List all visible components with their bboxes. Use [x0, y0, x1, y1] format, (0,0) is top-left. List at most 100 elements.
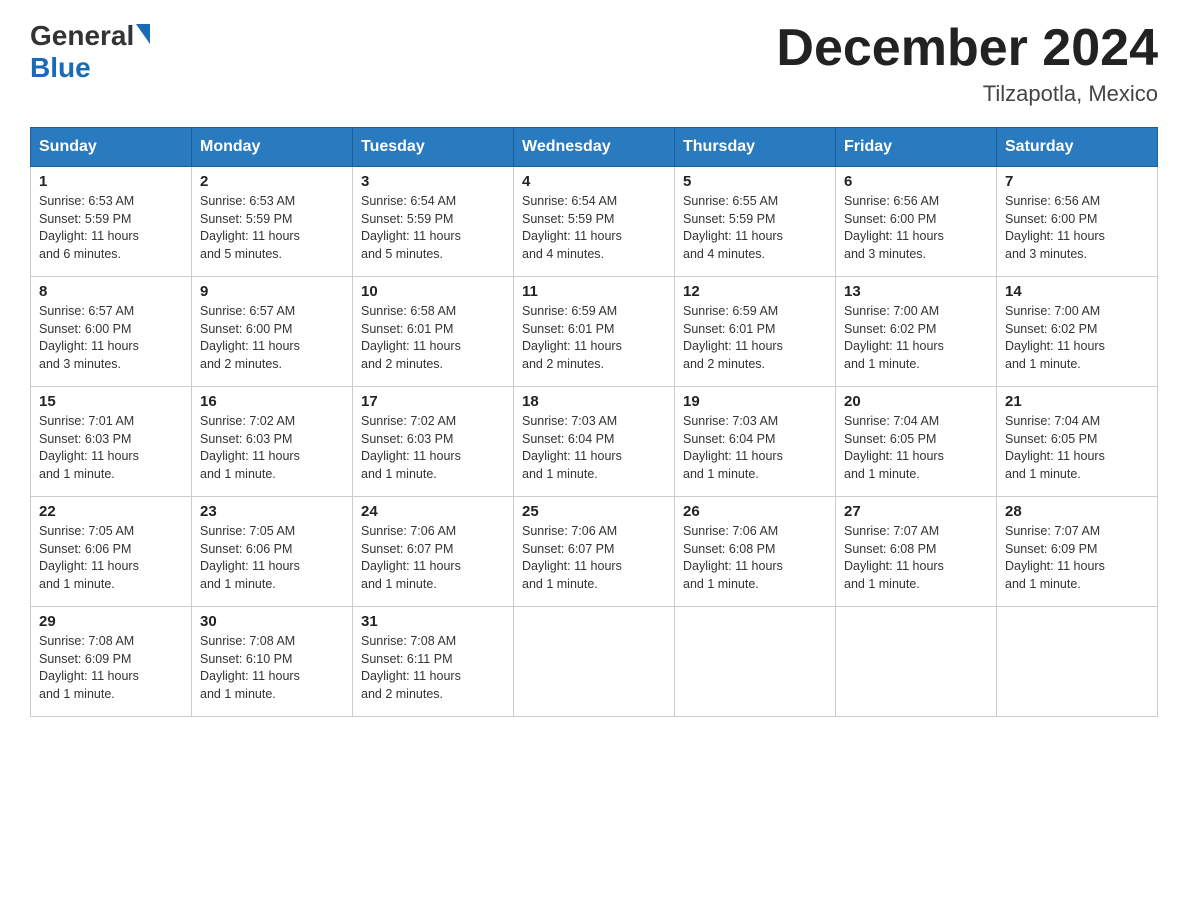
weekday-header-thursday: Thursday	[675, 128, 836, 167]
day-number: 1	[39, 173, 183, 190]
day-number: 5	[683, 173, 827, 190]
weekday-header-monday: Monday	[192, 128, 353, 167]
day-number: 30	[200, 613, 344, 630]
day-info: Sunrise: 7:04 AMSunset: 6:05 PMDaylight:…	[844, 413, 988, 483]
day-number: 18	[522, 393, 666, 410]
day-number: 31	[361, 613, 505, 630]
day-number: 16	[200, 393, 344, 410]
calendar-day-cell: 13 Sunrise: 7:00 AMSunset: 6:02 PMDaylig…	[836, 277, 997, 387]
calendar-day-cell: 9 Sunrise: 6:57 AMSunset: 6:00 PMDayligh…	[192, 277, 353, 387]
calendar-day-cell: 19 Sunrise: 7:03 AMSunset: 6:04 PMDaylig…	[675, 387, 836, 497]
day-info: Sunrise: 6:59 AMSunset: 6:01 PMDaylight:…	[522, 303, 666, 373]
calendar-week-row: 1 Sunrise: 6:53 AMSunset: 5:59 PMDayligh…	[31, 167, 1158, 277]
day-info: Sunrise: 7:02 AMSunset: 6:03 PMDaylight:…	[361, 413, 505, 483]
logo-blue-text: Blue	[30, 52, 91, 84]
day-number: 24	[361, 503, 505, 520]
day-info: Sunrise: 7:01 AMSunset: 6:03 PMDaylight:…	[39, 413, 183, 483]
calendar-day-cell: 28 Sunrise: 7:07 AMSunset: 6:09 PMDaylig…	[997, 497, 1158, 607]
calendar-table: SundayMondayTuesdayWednesdayThursdayFrid…	[30, 127, 1158, 717]
day-number: 17	[361, 393, 505, 410]
day-number: 19	[683, 393, 827, 410]
day-number: 9	[200, 283, 344, 300]
day-info: Sunrise: 7:06 AMSunset: 6:07 PMDaylight:…	[522, 523, 666, 593]
day-info: Sunrise: 6:53 AMSunset: 5:59 PMDaylight:…	[200, 193, 344, 263]
calendar-day-cell: 12 Sunrise: 6:59 AMSunset: 6:01 PMDaylig…	[675, 277, 836, 387]
day-number: 20	[844, 393, 988, 410]
calendar-day-cell: 11 Sunrise: 6:59 AMSunset: 6:01 PMDaylig…	[514, 277, 675, 387]
logo: General Blue	[30, 20, 150, 84]
day-info: Sunrise: 7:06 AMSunset: 6:07 PMDaylight:…	[361, 523, 505, 593]
weekday-header-row: SundayMondayTuesdayWednesdayThursdayFrid…	[31, 128, 1158, 167]
calendar-day-cell: 17 Sunrise: 7:02 AMSunset: 6:03 PMDaylig…	[353, 387, 514, 497]
day-number: 7	[1005, 173, 1149, 190]
day-number: 2	[200, 173, 344, 190]
day-number: 27	[844, 503, 988, 520]
calendar-day-cell: 7 Sunrise: 6:56 AMSunset: 6:00 PMDayligh…	[997, 167, 1158, 277]
calendar-day-cell: 25 Sunrise: 7:06 AMSunset: 6:07 PMDaylig…	[514, 497, 675, 607]
calendar-day-cell	[836, 607, 997, 717]
calendar-day-cell	[997, 607, 1158, 717]
day-info: Sunrise: 6:53 AMSunset: 5:59 PMDaylight:…	[39, 193, 183, 263]
day-info: Sunrise: 6:55 AMSunset: 5:59 PMDaylight:…	[683, 193, 827, 263]
day-number: 15	[39, 393, 183, 410]
calendar-day-cell: 29 Sunrise: 7:08 AMSunset: 6:09 PMDaylig…	[31, 607, 192, 717]
day-number: 26	[683, 503, 827, 520]
day-info: Sunrise: 6:56 AMSunset: 6:00 PMDaylight:…	[1005, 193, 1149, 263]
day-number: 28	[1005, 503, 1149, 520]
calendar-day-cell: 22 Sunrise: 7:05 AMSunset: 6:06 PMDaylig…	[31, 497, 192, 607]
day-number: 12	[683, 283, 827, 300]
day-info: Sunrise: 7:06 AMSunset: 6:08 PMDaylight:…	[683, 523, 827, 593]
day-number: 22	[39, 503, 183, 520]
calendar-day-cell: 15 Sunrise: 7:01 AMSunset: 6:03 PMDaylig…	[31, 387, 192, 497]
logo-triangle-icon	[136, 24, 150, 44]
calendar-day-cell: 4 Sunrise: 6:54 AMSunset: 5:59 PMDayligh…	[514, 167, 675, 277]
day-info: Sunrise: 7:07 AMSunset: 6:09 PMDaylight:…	[1005, 523, 1149, 593]
calendar-day-cell	[675, 607, 836, 717]
title-area: December 2024 Tilzapotla, Mexico	[776, 20, 1158, 107]
day-info: Sunrise: 6:54 AMSunset: 5:59 PMDaylight:…	[522, 193, 666, 263]
calendar-day-cell: 21 Sunrise: 7:04 AMSunset: 6:05 PMDaylig…	[997, 387, 1158, 497]
calendar-day-cell: 26 Sunrise: 7:06 AMSunset: 6:08 PMDaylig…	[675, 497, 836, 607]
weekday-header-tuesday: Tuesday	[353, 128, 514, 167]
weekday-header-saturday: Saturday	[997, 128, 1158, 167]
calendar-day-cell: 1 Sunrise: 6:53 AMSunset: 5:59 PMDayligh…	[31, 167, 192, 277]
calendar-day-cell: 30 Sunrise: 7:08 AMSunset: 6:10 PMDaylig…	[192, 607, 353, 717]
calendar-week-row: 29 Sunrise: 7:08 AMSunset: 6:09 PMDaylig…	[31, 607, 1158, 717]
logo-blue-part	[134, 24, 150, 48]
calendar-day-cell: 8 Sunrise: 6:57 AMSunset: 6:00 PMDayligh…	[31, 277, 192, 387]
calendar-week-row: 15 Sunrise: 7:01 AMSunset: 6:03 PMDaylig…	[31, 387, 1158, 497]
day-number: 14	[1005, 283, 1149, 300]
day-info: Sunrise: 6:57 AMSunset: 6:00 PMDaylight:…	[39, 303, 183, 373]
calendar-day-cell: 3 Sunrise: 6:54 AMSunset: 5:59 PMDayligh…	[353, 167, 514, 277]
day-info: Sunrise: 7:03 AMSunset: 6:04 PMDaylight:…	[683, 413, 827, 483]
weekday-header-sunday: Sunday	[31, 128, 192, 167]
day-info: Sunrise: 7:08 AMSunset: 6:11 PMDaylight:…	[361, 633, 505, 703]
calendar-day-cell: 31 Sunrise: 7:08 AMSunset: 6:11 PMDaylig…	[353, 607, 514, 717]
day-number: 3	[361, 173, 505, 190]
day-info: Sunrise: 7:08 AMSunset: 6:09 PMDaylight:…	[39, 633, 183, 703]
weekday-header-friday: Friday	[836, 128, 997, 167]
weekday-header-wednesday: Wednesday	[514, 128, 675, 167]
calendar-week-row: 22 Sunrise: 7:05 AMSunset: 6:06 PMDaylig…	[31, 497, 1158, 607]
day-number: 11	[522, 283, 666, 300]
day-info: Sunrise: 7:03 AMSunset: 6:04 PMDaylight:…	[522, 413, 666, 483]
calendar-day-cell: 14 Sunrise: 7:00 AMSunset: 6:02 PMDaylig…	[997, 277, 1158, 387]
location-text: Tilzapotla, Mexico	[776, 81, 1158, 107]
day-number: 6	[844, 173, 988, 190]
page-header: General Blue December 2024 Tilzapotla, M…	[30, 20, 1158, 107]
calendar-day-cell: 16 Sunrise: 7:02 AMSunset: 6:03 PMDaylig…	[192, 387, 353, 497]
day-number: 29	[39, 613, 183, 630]
day-info: Sunrise: 7:05 AMSunset: 6:06 PMDaylight:…	[200, 523, 344, 593]
logo-general-text: General	[30, 20, 134, 52]
day-info: Sunrise: 6:57 AMSunset: 6:00 PMDaylight:…	[200, 303, 344, 373]
day-number: 13	[844, 283, 988, 300]
month-title: December 2024	[776, 20, 1158, 77]
calendar-day-cell: 18 Sunrise: 7:03 AMSunset: 6:04 PMDaylig…	[514, 387, 675, 497]
day-info: Sunrise: 7:07 AMSunset: 6:08 PMDaylight:…	[844, 523, 988, 593]
day-info: Sunrise: 7:08 AMSunset: 6:10 PMDaylight:…	[200, 633, 344, 703]
calendar-day-cell: 10 Sunrise: 6:58 AMSunset: 6:01 PMDaylig…	[353, 277, 514, 387]
day-number: 23	[200, 503, 344, 520]
calendar-day-cell: 6 Sunrise: 6:56 AMSunset: 6:00 PMDayligh…	[836, 167, 997, 277]
calendar-day-cell	[514, 607, 675, 717]
calendar-day-cell: 5 Sunrise: 6:55 AMSunset: 5:59 PMDayligh…	[675, 167, 836, 277]
